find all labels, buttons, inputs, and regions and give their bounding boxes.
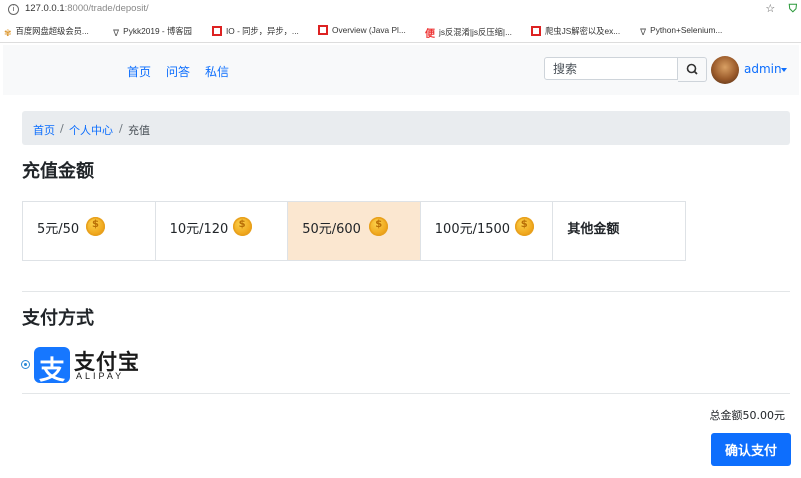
breadcrumb-home[interactable]: 首页 [33, 122, 55, 138]
breadcrumb: 首页 / 个人中心 / 充值 [22, 111, 790, 145]
amount-option-other[interactable]: 其他金额 [553, 202, 685, 260]
alipay-logo-icon[interactable]: 支 [34, 347, 70, 386]
amount-option[interactable]: 10元/120 [156, 202, 289, 260]
bookmark-item[interactable]: IO - 同步，异步，... [212, 25, 299, 37]
c-red-icon [212, 26, 222, 36]
fish-icon: ᐁ [640, 27, 647, 37]
extension-shield-icon[interactable]: ⛉ [789, 2, 797, 15]
breadcrumb-separator: / [119, 122, 123, 135]
bookmark-item[interactable]: 便 js反混淆|js反压缩|... [425, 25, 512, 40]
coin-icon [232, 217, 252, 236]
breadcrumb-profile[interactable]: 个人中心 [69, 122, 113, 138]
bookmark-item[interactable]: Overview (Java Pl... [318, 25, 406, 35]
bookmarks-bar: ✾ 百度网盘超级会员... ᐁ Pykk2019 - 博客园 IO - 同步，异步，… [0, 20, 801, 43]
url-host: 127.0.0.1 [25, 3, 65, 14]
coin-icon [86, 217, 105, 236]
divider [22, 393, 790, 394]
total-amount: 总金额50.00元 [709, 409, 786, 422]
browser-address-bar[interactable]: i 127.0.0.1:8000/trade/deposit/ ☆ ⛉ [0, 0, 801, 20]
payment-section-title: 支付方式 [22, 308, 94, 329]
site-navbar: 首页 问答 私信 admin [3, 45, 799, 95]
c-red-icon [531, 26, 541, 36]
butterfly-icon: ✾ [4, 28, 12, 38]
alipay-sub: ALIPAY [76, 371, 125, 381]
coin-icon [514, 217, 534, 236]
divider [22, 291, 790, 292]
alipay-radio[interactable] [21, 360, 30, 369]
confirm-payment-button[interactable]: 确认支付 [711, 433, 791, 466]
amount-option[interactable]: 100元/1500 [421, 202, 554, 260]
bookmark-item[interactable]: ✾ 百度网盘超级会员... [4, 25, 89, 38]
bookmark-item[interactable]: ᐁ Pykk2019 - 博客园 [113, 25, 192, 38]
username-dropdown[interactable]: admin [744, 62, 782, 76]
amount-section-title: 充值金额 [22, 161, 94, 182]
amount-options: 5元/50 10元/120 50元/600 100元/1500 其他金额 [22, 201, 686, 261]
user-avatar[interactable] [711, 56, 739, 84]
fish-icon: ᐁ [113, 28, 120, 38]
coin-icon [369, 217, 389, 236]
bian-icon: 便 [425, 29, 435, 40]
url-path: :8000/trade/deposit/ [64, 3, 149, 14]
nav-link-home[interactable]: 首页 [127, 63, 151, 80]
bookmark-item[interactable]: ᐁ Python+Selenium... [640, 25, 722, 37]
search-input[interactable] [544, 57, 678, 80]
url-display[interactable]: i 127.0.0.1:8000/trade/deposit/ [8, 3, 149, 15]
bookmark-item[interactable]: 爬虫JS解密以及ex... [531, 25, 620, 37]
search-button[interactable] [678, 57, 707, 82]
amount-option[interactable]: 5元/50 [23, 202, 156, 260]
nav-link-qa[interactable]: 问答 [166, 63, 190, 80]
info-icon[interactable]: i [8, 4, 19, 15]
nav-link-messages[interactable]: 私信 [205, 63, 229, 80]
chevron-down-icon[interactable] [781, 68, 787, 72]
search-icon [686, 63, 698, 75]
page-red-icon [318, 25, 328, 35]
breadcrumb-current: 充值 [128, 124, 150, 137]
breadcrumb-separator: / [60, 122, 64, 135]
star-icon[interactable]: ☆ [765, 2, 775, 15]
amount-option-selected[interactable]: 50元/600 [288, 202, 421, 260]
